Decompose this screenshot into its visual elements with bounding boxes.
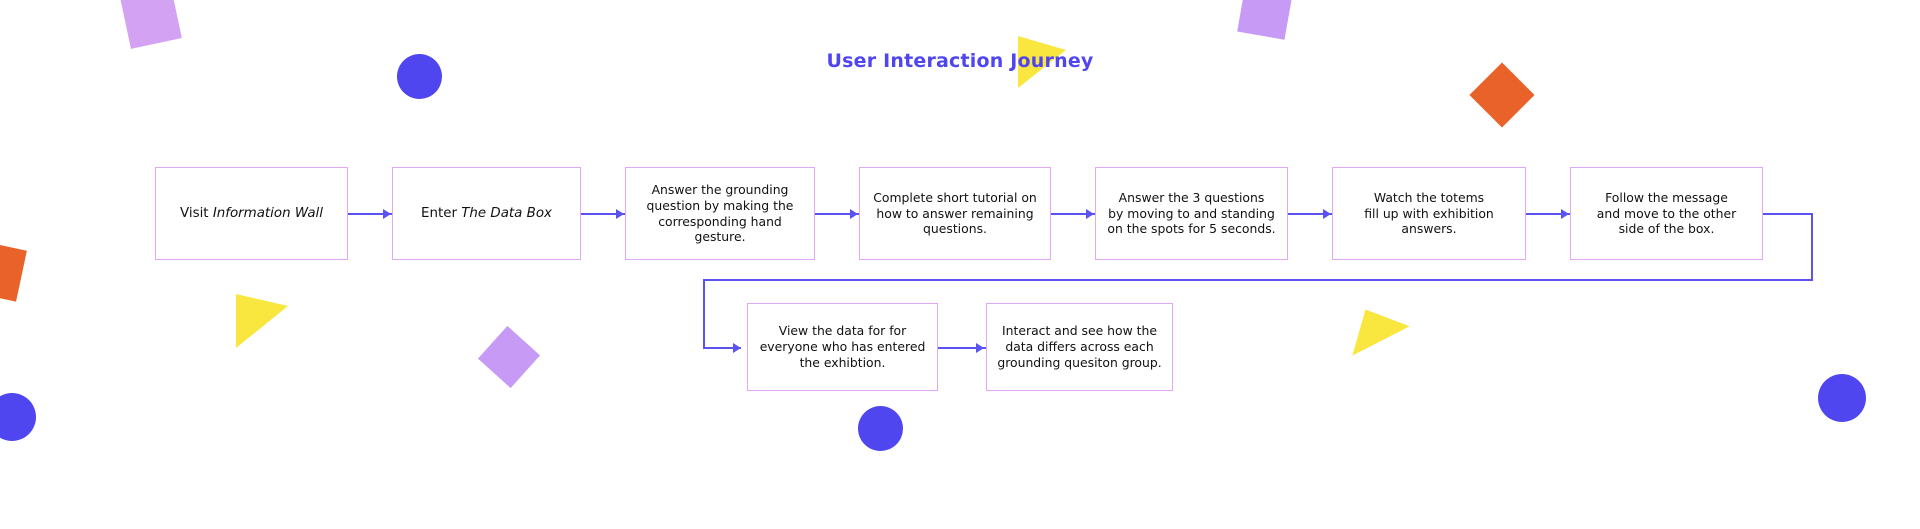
yellow-triangle-bottom-left-shape [236,294,288,348]
arrow-6-7 [1561,209,1569,219]
blue-circle-bottom-right-shape [1818,374,1866,422]
node-interact-and-see-differences[interactable]: Interact and see how the data differs ac… [986,303,1173,391]
node-text: Follow the message and move to the other… [1596,189,1737,237]
orange-diamond-top-right-shape [1469,62,1535,128]
arrow-4-5 [1086,209,1094,219]
arrow-2-3 [616,209,624,219]
node-complete-short-tutorial[interactable]: Complete short tutorial on how to answer… [859,167,1051,260]
arrow-wrap-into-node8 [733,343,741,353]
node-text: Enter The Data Box [421,205,552,222]
purple-square-top-left-shape [120,0,182,49]
connector-wrap-bottom [703,279,1813,281]
node-view-the-data[interactable]: View the data for for everyone who has e… [747,303,938,391]
node-enter-the-data-box[interactable]: Enter The Data Box [392,167,581,260]
arrow-5-6 [1323,209,1331,219]
arrow-1-2 [383,209,391,219]
blue-circle-bottom-left-shape [0,393,36,441]
node-text: Watch the totems fill up with exhibition… [1364,189,1494,237]
node-answer-three-questions[interactable]: Answer the 3 questions by moving to and … [1095,167,1288,260]
node-text-prefix: Visit [180,205,213,221]
blue-circle-bottom-center-shape [858,406,903,451]
node-text-emphasis: Information Wall [212,205,323,221]
node-text-prefix: Enter [421,205,462,221]
node-watch-totems-fill-up[interactable]: Watch the totems fill up with exhibition… [1332,167,1526,260]
node-follow-the-message[interactable]: Follow the message and move to the other… [1570,167,1763,260]
orange-shape-left-edge [0,240,27,302]
journey-diagram-canvas: User Interaction Journey Visit Informati… [0,0,1920,529]
connector-wrap-left-vertical [703,279,705,348]
page-title: User Interaction Journey [826,50,1094,72]
node-text: View the data for for everyone who has e… [759,323,926,370]
node-visit-information-wall[interactable]: Visit Information Wall [155,167,348,260]
node-answer-grounding-question[interactable]: Answer the grounding question by making … [625,167,815,260]
arrow-3-4 [850,209,858,219]
connector-wrap-top [1763,213,1813,215]
node-text: Interact and see how the data differs ac… [997,323,1162,370]
node-text: Answer the 3 questions by moving to and … [1107,189,1276,237]
arrow-8-9 [976,343,984,353]
connector-wrap-right-vertical [1811,213,1813,280]
purple-diamond-bottom-shape [477,325,541,389]
node-text-emphasis: The Data Box [461,205,552,221]
yellow-triangle-bottom-right-shape [1352,309,1411,369]
node-text: Visit Information Wall [180,205,323,222]
node-text: Answer the grounding question by making … [646,181,794,245]
purple-square-top-right-shape [1237,0,1293,40]
node-text: Complete short tutorial on how to answer… [873,189,1037,237]
